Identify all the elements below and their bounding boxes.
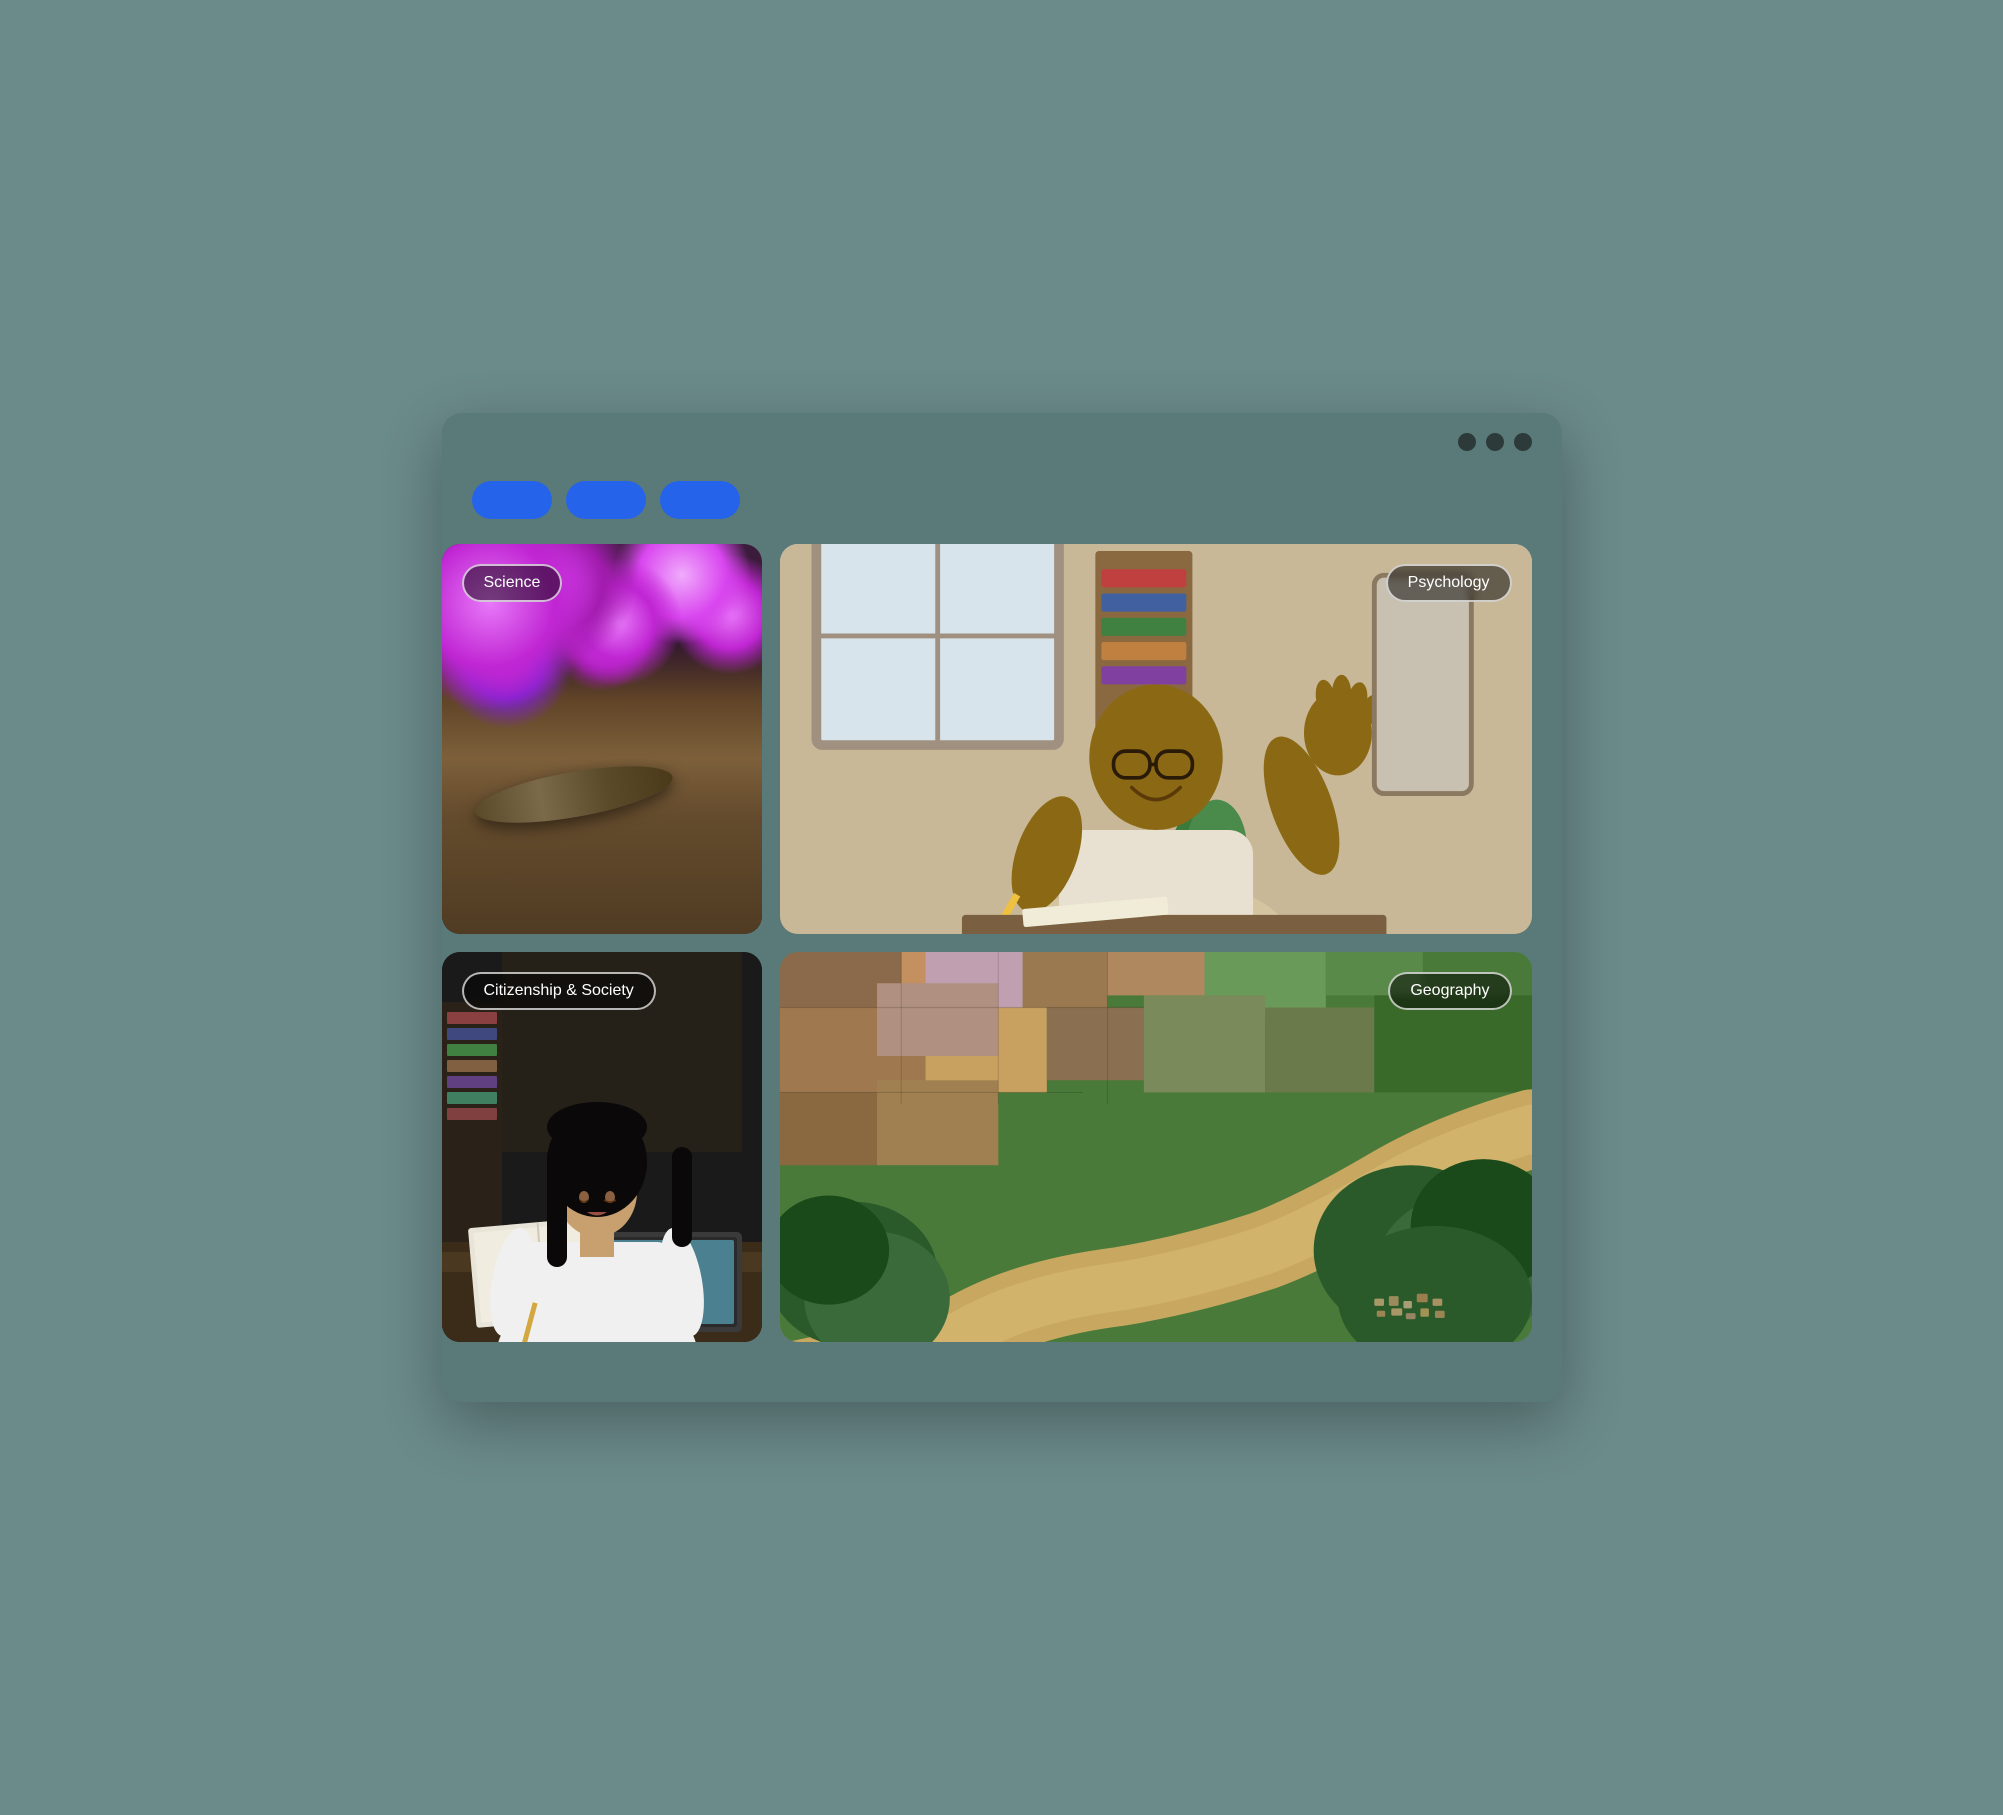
browser-window: Science [442, 413, 1562, 1402]
window-dot-3 [1514, 433, 1532, 451]
geography-svg [780, 952, 1532, 1342]
toolbar [442, 471, 1532, 544]
geography-card-label: Geography [1388, 972, 1511, 1010]
psychology-card-label: Psychology [1386, 564, 1512, 602]
window-controls [1458, 433, 1532, 451]
psychology-card-image [780, 544, 1532, 934]
science-card[interactable]: Science [442, 544, 762, 934]
science-card-label: Science [462, 564, 563, 602]
citizenship-card-image [442, 952, 762, 1342]
citizenship-svg [442, 952, 762, 1342]
geography-card[interactable]: Geography [780, 952, 1532, 1342]
cards-grid: Science [442, 544, 1532, 1342]
window-dot-2 [1486, 433, 1504, 451]
geography-card-image [780, 952, 1532, 1342]
browser-content: Science [442, 471, 1562, 1362]
psychology-card[interactable]: Psychology [780, 544, 1532, 934]
citizenship-card-label: Citizenship & Society [462, 972, 656, 1010]
toolbar-button-1[interactable] [472, 481, 552, 519]
citizenship-card[interactable]: Citizenship & Society [442, 952, 762, 1342]
science-card-image [442, 544, 762, 934]
browser-titlebar [442, 413, 1562, 471]
psychology-svg [780, 544, 1532, 934]
toolbar-button-3[interactable] [660, 481, 740, 519]
toolbar-button-2[interactable] [566, 481, 646, 519]
window-dot-1 [1458, 433, 1476, 451]
